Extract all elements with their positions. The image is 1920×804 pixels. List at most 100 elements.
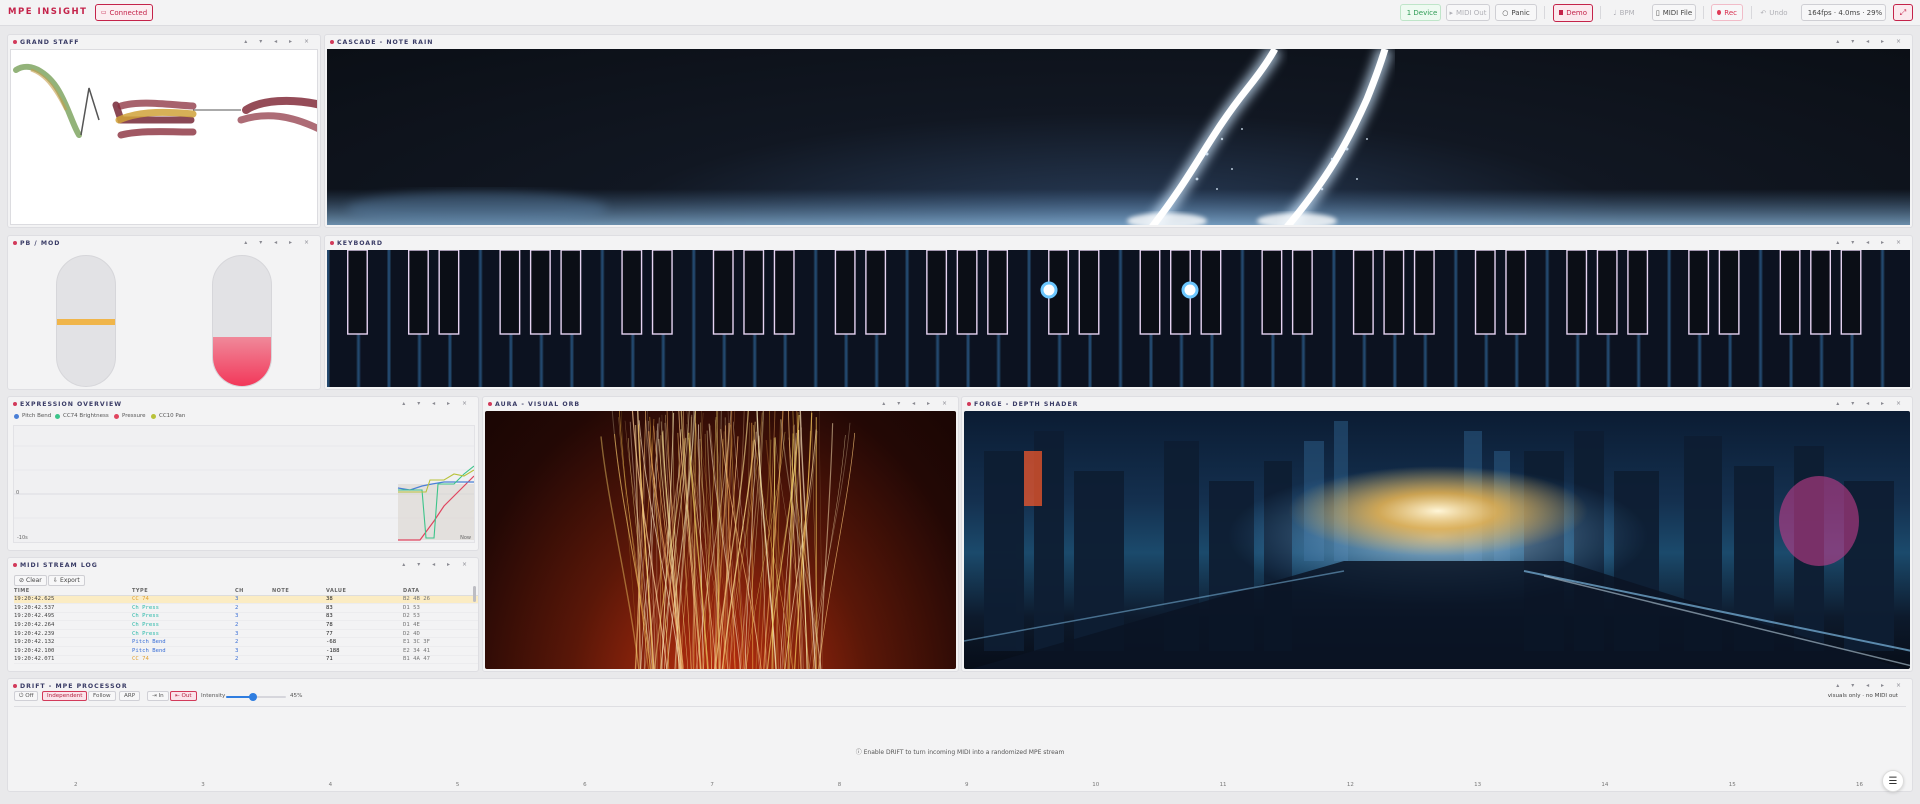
cell-type: Ch Press <box>132 629 235 639</box>
orb-strand <box>758 435 767 669</box>
forge-panel: FORGE - DEPTH SHADER ▴ ▾ ◂ ▸ × <box>961 396 1913 672</box>
active-note-marker <box>1181 281 1199 299</box>
bpm-control[interactable]: ♩ BPM <box>1606 4 1642 21</box>
black-key[interactable] <box>1505 250 1527 335</box>
column-header[interactable]: DATA <box>403 587 478 596</box>
black-key[interactable] <box>1566 250 1588 335</box>
drift-out-toggle[interactable]: ⇤ Out <box>170 691 197 701</box>
column-header[interactable]: TYPE <box>132 587 235 596</box>
column-header[interactable]: CH <box>235 587 272 596</box>
column-header[interactable]: TIME <box>14 587 132 596</box>
black-key[interactable] <box>1413 250 1435 335</box>
log-scrollbar[interactable] <box>473 586 476 602</box>
black-key[interactable] <box>1474 250 1496 335</box>
panel-controls[interactable]: ▴ ▾ ◂ ▸ × <box>1836 400 1906 407</box>
intensity-slider[interactable] <box>226 692 286 701</box>
drift-hint: ⓘ Enable DRIFT to turn incoming MIDI int… <box>855 749 1065 756</box>
black-key[interactable] <box>1291 250 1313 335</box>
demo-button[interactable]: Demo <box>1553 3 1593 22</box>
panel-controls[interactable]: ▴ ▾ ◂ ▸ × <box>244 239 314 246</box>
cell-ch: 2 <box>235 603 272 613</box>
cell-data: B2 4B 26 <box>403 595 478 605</box>
table-row[interactable]: 19:20:42.071 CC 74 2 71 B1 4A 47 <box>14 655 478 665</box>
black-key[interactable] <box>1810 250 1832 335</box>
black-key[interactable] <box>529 250 551 335</box>
rec-button[interactable]: Rec <box>1711 4 1743 21</box>
panel-controls[interactable]: ▴ ▾ ◂ ▸ × <box>402 400 472 407</box>
black-key[interactable] <box>865 250 887 335</box>
table-row[interactable]: 19:20:42.100 Pitch Bend 3 -188 E2 34 41 <box>14 646 478 656</box>
black-key[interactable] <box>956 250 978 335</box>
device-status[interactable]: 1 Device <box>1400 4 1441 21</box>
fullscreen-button[interactable]: ⤢ <box>1893 4 1913 21</box>
black-key[interactable] <box>743 250 765 335</box>
panel-controls[interactable]: ▴ ▾ ◂ ▸ × <box>244 38 314 45</box>
black-key[interactable] <box>834 250 856 335</box>
black-key[interactable] <box>621 250 643 335</box>
black-key[interactable] <box>773 250 795 335</box>
table-row[interactable]: 19:20:42.537 Ch Press 2 83 D1 53 <box>14 603 478 613</box>
table-row[interactable]: 19:20:42.239 Ch Press 3 77 D2 4D <box>14 629 478 639</box>
table-row[interactable]: 19:20:42.132 Pitch Bend 2 -68 E1 3C 3F <box>14 637 478 648</box>
export-button[interactable]: ⇩ Export <box>48 575 85 586</box>
panel-controls[interactable]: ▴ ▾ ◂ ▸ × <box>882 400 952 407</box>
black-key[interactable] <box>1718 250 1740 335</box>
black-key[interactable] <box>987 250 1009 335</box>
drift-mode-follow[interactable]: Follow <box>88 691 116 701</box>
intensity-slider-thumb[interactable] <box>249 692 257 701</box>
black-key[interactable] <box>407 250 429 335</box>
menu-fab-button[interactable]: ☰ <box>1882 770 1904 792</box>
black-key[interactable] <box>1840 250 1862 335</box>
table-row[interactable]: 19:20:42.625 CC 74 3 38 B2 4B 26 <box>14 595 478 605</box>
black-key[interactable] <box>499 250 521 335</box>
keyboard-canvas[interactable] <box>327 250 1910 387</box>
mod-wheel[interactable] <box>212 255 272 387</box>
clear-button[interactable]: ⊘ Clear <box>14 575 47 586</box>
drift-mode-independent[interactable]: Independent <box>42 691 88 701</box>
legend-cc74[interactable]: CC74 Brightness <box>55 413 109 419</box>
black-key[interactable] <box>651 250 673 335</box>
black-key[interactable] <box>712 250 734 335</box>
key-glow <box>905 250 910 387</box>
black-key[interactable] <box>438 250 460 335</box>
piano-keys[interactable] <box>327 250 1910 387</box>
black-key[interactable] <box>1261 250 1283 335</box>
panel-controls[interactable]: ▴ ▾ ◂ ▸ × <box>1836 38 1906 45</box>
black-key[interactable] <box>926 250 948 335</box>
black-key[interactable] <box>1200 250 1222 335</box>
column-header[interactable]: NOTE <box>272 587 326 596</box>
midi-out-button[interactable]: ▸ MIDI Out <box>1446 4 1490 21</box>
panic-button[interactable]: ○ Panic <box>1495 4 1537 21</box>
black-key[interactable] <box>1352 250 1374 335</box>
black-key[interactable] <box>1139 250 1161 335</box>
midi-file-button[interactable]: ▯ MIDI File <box>1652 4 1696 21</box>
drift-mode-arp[interactable]: ARP <box>119 691 141 701</box>
table-row[interactable]: 19:20:42.264 Ch Press 2 78 D1 4E <box>14 620 478 630</box>
table-row[interactable]: 19:20:42.495 Ch Press 3 83 D2 53 <box>14 612 478 622</box>
panel-title: EXPRESSION OVERVIEW <box>20 401 123 408</box>
black-key[interactable] <box>1779 250 1801 335</box>
orb-strand <box>819 411 823 669</box>
legend-pressure[interactable]: Pressure <box>114 413 146 419</box>
panel-controls[interactable]: ▴ ▾ ◂ ▸ × <box>1836 682 1906 689</box>
column-header[interactable]: VALUE <box>326 587 403 596</box>
black-key[interactable] <box>560 250 582 335</box>
drift-in-toggle[interactable]: ⇥ In <box>147 691 169 701</box>
black-key[interactable] <box>1596 250 1618 335</box>
black-key[interactable] <box>1627 250 1649 335</box>
info-icon: ⓘ <box>855 749 864 756</box>
legend-cc10-pan[interactable]: CC10 Pan <box>151 413 185 419</box>
panel-controls[interactable]: ▴ ▾ ◂ ▸ × <box>1836 239 1906 246</box>
undo-button[interactable]: ↶ Undo <box>1757 4 1791 21</box>
connected-button[interactable]: ▭ Connected <box>95 4 153 21</box>
legend-pitch-bend[interactable]: Pitch Bend <box>14 413 51 419</box>
black-key[interactable] <box>1078 250 1100 335</box>
black-key[interactable] <box>1688 250 1710 335</box>
pitch-bend-wheel[interactable] <box>56 255 116 387</box>
key-glow <box>691 250 696 387</box>
drift-mode-off[interactable]: ⏻ Off <box>14 691 39 701</box>
clear-icon: ⊘ <box>19 577 25 584</box>
panel-controls[interactable]: ▴ ▾ ◂ ▸ × <box>402 561 472 568</box>
black-key[interactable] <box>1383 250 1405 335</box>
black-key[interactable] <box>347 250 368 335</box>
